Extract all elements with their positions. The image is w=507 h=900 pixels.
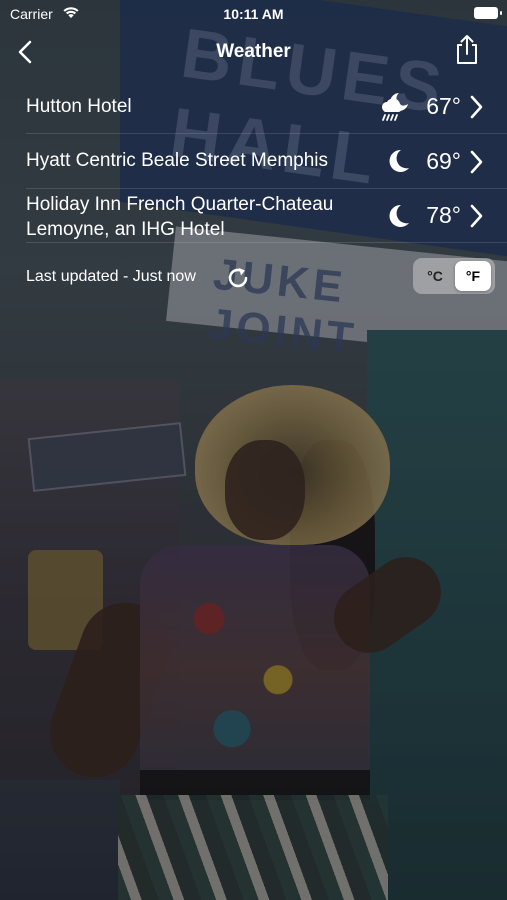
hotel-name: Holiday Inn French Quarter-Chateau Lemoy… (26, 194, 334, 240)
clock: 10:11 AM (223, 6, 284, 22)
update-bar: Last updated - Just now °C °F (26, 258, 495, 298)
hotel-weather-list: Hutton Hotel 67° Hyatt Centric Beale Str… (26, 80, 507, 243)
temperature: 69° (426, 148, 461, 174)
hotel-name: Hutton Hotel (26, 96, 132, 117)
temperature: 78° (426, 202, 461, 228)
chevron-right-icon (469, 95, 483, 119)
celsius-segment[interactable]: °C (417, 262, 453, 290)
temperature: 67° (426, 93, 461, 119)
last-updated-label: Last updated - Just now (26, 268, 196, 285)
page-title: Weather (216, 41, 291, 62)
hotel-row-holiday-inn[interactable]: Holiday Inn French Quarter-Chateau Lemoy… (26, 189, 507, 243)
chevron-right-icon (469, 150, 483, 174)
refresh-icon (228, 268, 248, 288)
moon-icon (385, 203, 411, 234)
unit-segmented-control: °C °F (413, 258, 495, 294)
cloud-moon-rain-icon (377, 90, 411, 127)
hotel-name: Hyatt Centric Beale Street Memphis (26, 150, 329, 171)
hotel-row-hutton[interactable]: Hutton Hotel 67° (26, 80, 507, 134)
navigation-bar: Weather (0, 28, 507, 76)
share-icon (457, 35, 477, 64)
battery-icon (474, 7, 502, 19)
moon-icon (385, 148, 411, 179)
status-bar: Carrier 10:11 AM (0, 0, 507, 28)
fahrenheit-segment[interactable]: °F (455, 261, 491, 291)
refresh-button[interactable] (226, 266, 250, 290)
chevron-right-icon (469, 204, 483, 228)
share-button[interactable] (453, 34, 481, 66)
hotel-row-hyatt[interactable]: Hyatt Centric Beale Street Memphis 69° (26, 134, 507, 189)
